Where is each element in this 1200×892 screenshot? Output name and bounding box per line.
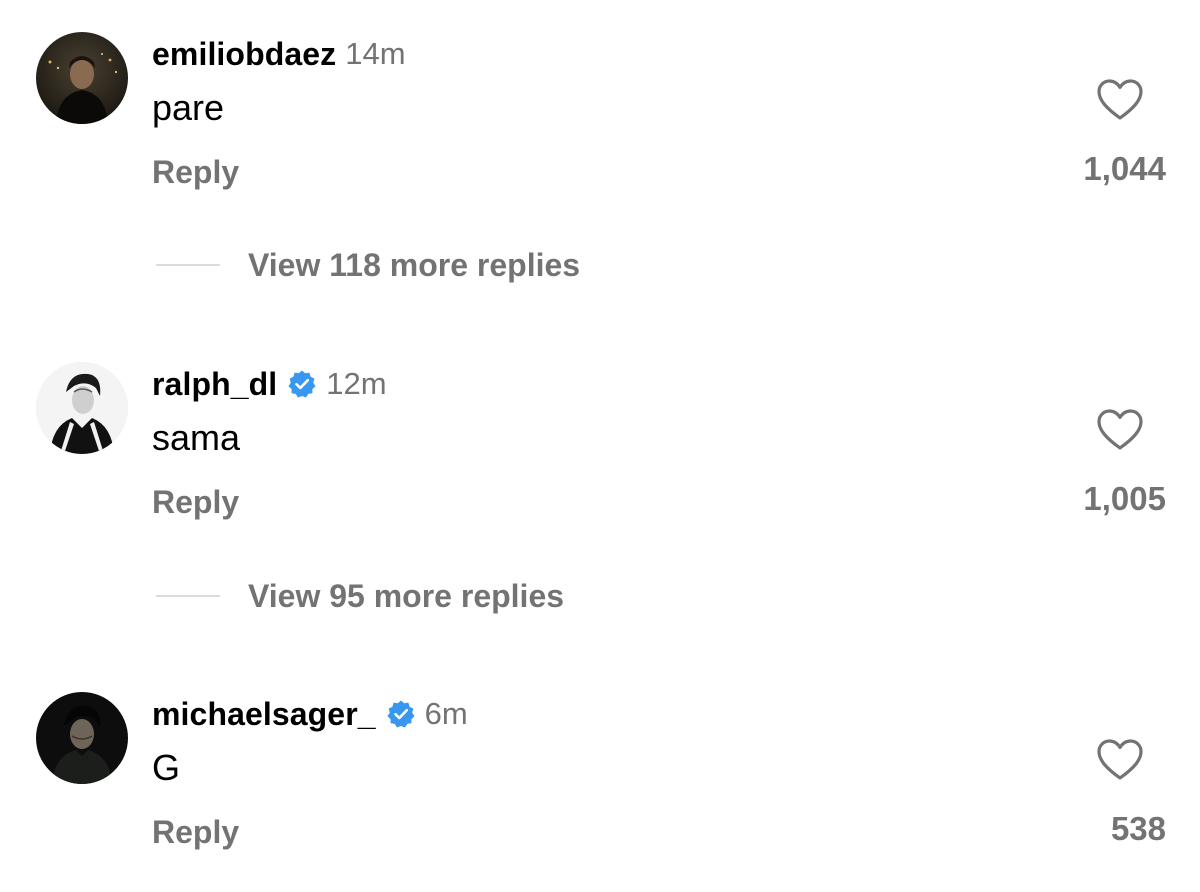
heart-outline-icon[interactable] [1096,408,1144,452]
verified-badge-icon [288,370,316,398]
heart-outline-icon[interactable] [1096,78,1144,122]
view-more-replies-label: View 118 more replies [248,246,581,283]
comment-item: emiliobdaez 14m pare Reply 1,044 [0,32,1200,232]
avatar[interactable] [36,362,128,454]
username[interactable]: emiliobdaez [152,36,336,73]
avatar[interactable] [36,32,128,124]
username[interactable]: ralph_dl [152,366,277,403]
comment-text: G [152,747,181,788]
like-count: 1,044 [1083,150,1166,187]
view-more-replies-button[interactable]: View 95 more replies [156,576,564,616]
comment-header: emiliobdaez 14m [152,34,406,74]
comment-text: sama [152,417,241,458]
comment-item: michaelsager_ 6m G Reply 538 [0,692,1200,892]
reply-thread-line [156,595,220,597]
timestamp: 12m [326,366,387,401]
timestamp: 6m [424,696,468,731]
reply-button[interactable]: Reply [152,814,239,851]
username[interactable]: michaelsager_ [152,696,376,733]
like-count: 538 [1110,810,1166,847]
comment-header: michaelsager_ 6m [152,694,468,734]
reply-button[interactable]: Reply [152,484,239,521]
comment-item: ralph_dl 12m sama Reply 1,005 [0,362,1200,562]
view-more-replies-label: View 95 more replies [248,577,565,614]
reply-button[interactable]: Reply [152,154,239,191]
comment-text: pare [152,87,225,128]
timestamp: 14m [345,36,406,71]
avatar[interactable] [36,692,128,784]
comment-header: ralph_dl 12m [152,364,387,404]
reply-thread-line [156,264,220,266]
heart-outline-icon[interactable] [1096,738,1144,782]
like-count: 1,005 [1083,480,1166,517]
view-more-replies-button[interactable]: View 118 more replies [156,245,580,285]
verified-badge-icon [387,700,415,728]
